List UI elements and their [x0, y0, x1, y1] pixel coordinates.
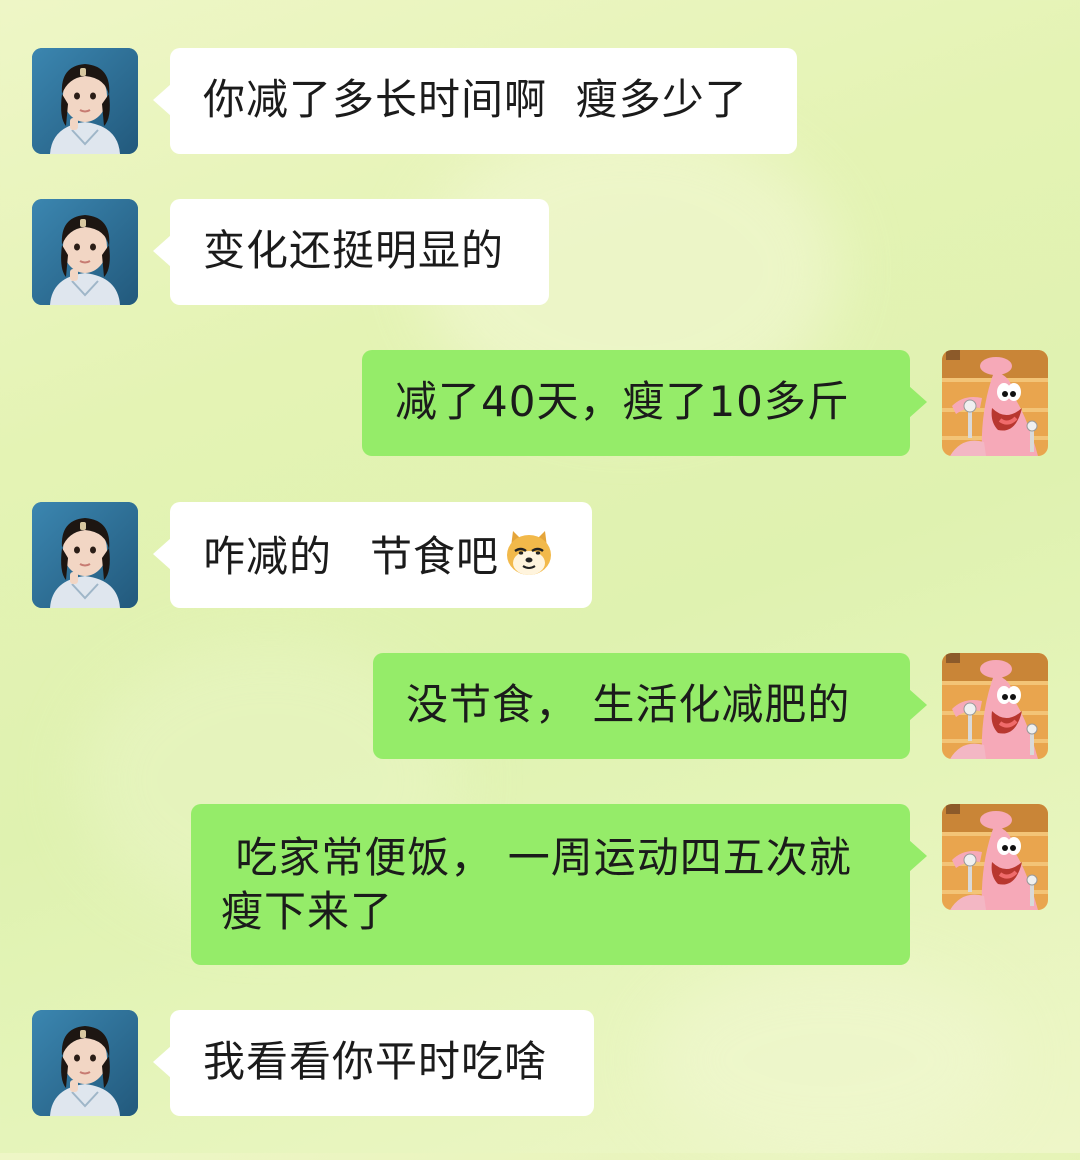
contact-avatar-icon[interactable] — [32, 1010, 138, 1116]
contact-avatar-icon[interactable] — [32, 199, 138, 305]
contact-avatar-icon[interactable] — [32, 48, 138, 154]
message-bubble[interactable]: 减了40天，瘦了10多斤 — [362, 350, 927, 456]
contact-avatar-icon[interactable] — [32, 502, 138, 608]
message-text: 没节食， 生活化减肥的 — [406, 680, 851, 729]
message-text-part: 节食吧 — [370, 532, 500, 581]
message-bubble[interactable]: 你减了多长时间啊 瘦多少了 — [153, 48, 797, 154]
bubble-tail — [153, 538, 171, 570]
bubble-tail — [153, 235, 171, 267]
doge-emoji-icon — [503, 527, 555, 579]
background-blob — [650, 960, 1010, 1160]
message-bubble[interactable]: 吃家常便饭， 一周运动四五次就 瘦下来了 — [191, 804, 927, 965]
message-text-line: 吃家常便饭， 一周运动四五次就 — [221, 833, 852, 882]
message-text: 我看看你平时吃啥 — [203, 1037, 548, 1086]
message-bubble[interactable]: 没节食， 生活化减肥的 — [373, 653, 927, 759]
self-avatar-icon[interactable] — [942, 653, 1048, 759]
message-text: 变化还挺明显的 — [203, 226, 505, 275]
bubble-tail — [153, 1046, 171, 1078]
bubble-tail — [153, 84, 171, 116]
self-avatar-icon[interactable] — [942, 350, 1048, 456]
bubble-tail — [909, 386, 927, 418]
bubble-tail — [909, 689, 927, 721]
message-bubble[interactable]: 我看看你平时吃啥 — [153, 1010, 594, 1116]
bubble-tail — [909, 840, 927, 872]
message-text: 减了40天，瘦了10多斤 — [395, 377, 850, 426]
message-text-line: 瘦下来了 — [221, 887, 394, 936]
message-text: 你减了多长时间啊 瘦多少了 — [203, 75, 748, 124]
message-text-part: 咋减的 — [203, 532, 333, 581]
message-bubble[interactable]: 变化还挺明显的 — [153, 199, 549, 305]
self-avatar-icon[interactable] — [942, 804, 1048, 910]
message-bubble[interactable]: 咋减的 节食吧 — [153, 502, 592, 608]
